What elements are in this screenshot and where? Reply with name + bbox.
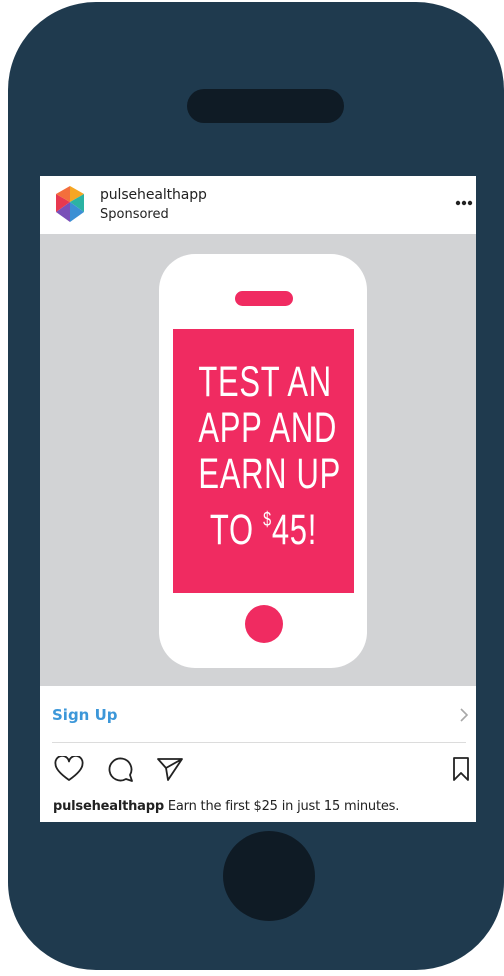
share-icon[interactable] [156, 756, 184, 782]
promo-line: EARN UP [198, 450, 342, 498]
phone-speaker [187, 89, 344, 123]
phone-home-button [223, 831, 315, 921]
instagram-post: pulsehealthapp Sponsored TEST AN APP AND… [40, 176, 476, 822]
post-header: pulsehealthapp Sponsored [40, 176, 476, 234]
illustrated-phone: TEST AN APP AND EARN UP TO $45! [159, 254, 367, 668]
sign-up-link[interactable]: Sign Up [52, 706, 118, 724]
divider [52, 742, 466, 743]
promo-line: APP AND [198, 404, 338, 452]
promo-amount: 45! [271, 506, 318, 554]
comment-icon[interactable] [106, 756, 134, 782]
phone-frame: pulsehealthapp Sponsored TEST AN APP AND… [8, 2, 504, 970]
promo-dollar-sign: $ [263, 509, 272, 531]
more-options-icon[interactable] [454, 198, 474, 208]
pulsehealthapp-logo-icon[interactable] [53, 184, 87, 224]
chevron-right-icon[interactable] [459, 708, 469, 722]
promo-to: TO [209, 506, 254, 554]
sponsored-label: Sponsored [100, 207, 169, 222]
ad-image[interactable]: TEST AN APP AND EARN UP TO $45! [40, 234, 476, 686]
promo-line-amount: TO $45! [198, 497, 328, 553]
illustrated-phone-speaker [235, 291, 293, 306]
promo-screen: TEST AN APP AND EARN UP TO $45! [173, 329, 354, 593]
account-name[interactable]: pulsehealthapp [100, 187, 207, 203]
cta-bar[interactable]: Sign Up [40, 686, 476, 742]
illustrated-phone-home-button [245, 605, 283, 643]
caption-text: Earn the first $25 in just 15 minutes. [167, 799, 400, 814]
post-actions [40, 754, 476, 784]
promo-line: TEST AN [198, 358, 332, 406]
post-caption: pulsehealthapp Earn the first $25 in jus… [53, 799, 399, 814]
caption-username[interactable]: pulsehealthapp [53, 799, 164, 814]
promo-text: TEST AN APP AND EARN UP TO $45! [198, 358, 342, 553]
heart-icon[interactable] [54, 756, 84, 782]
bookmark-icon[interactable] [452, 756, 470, 782]
